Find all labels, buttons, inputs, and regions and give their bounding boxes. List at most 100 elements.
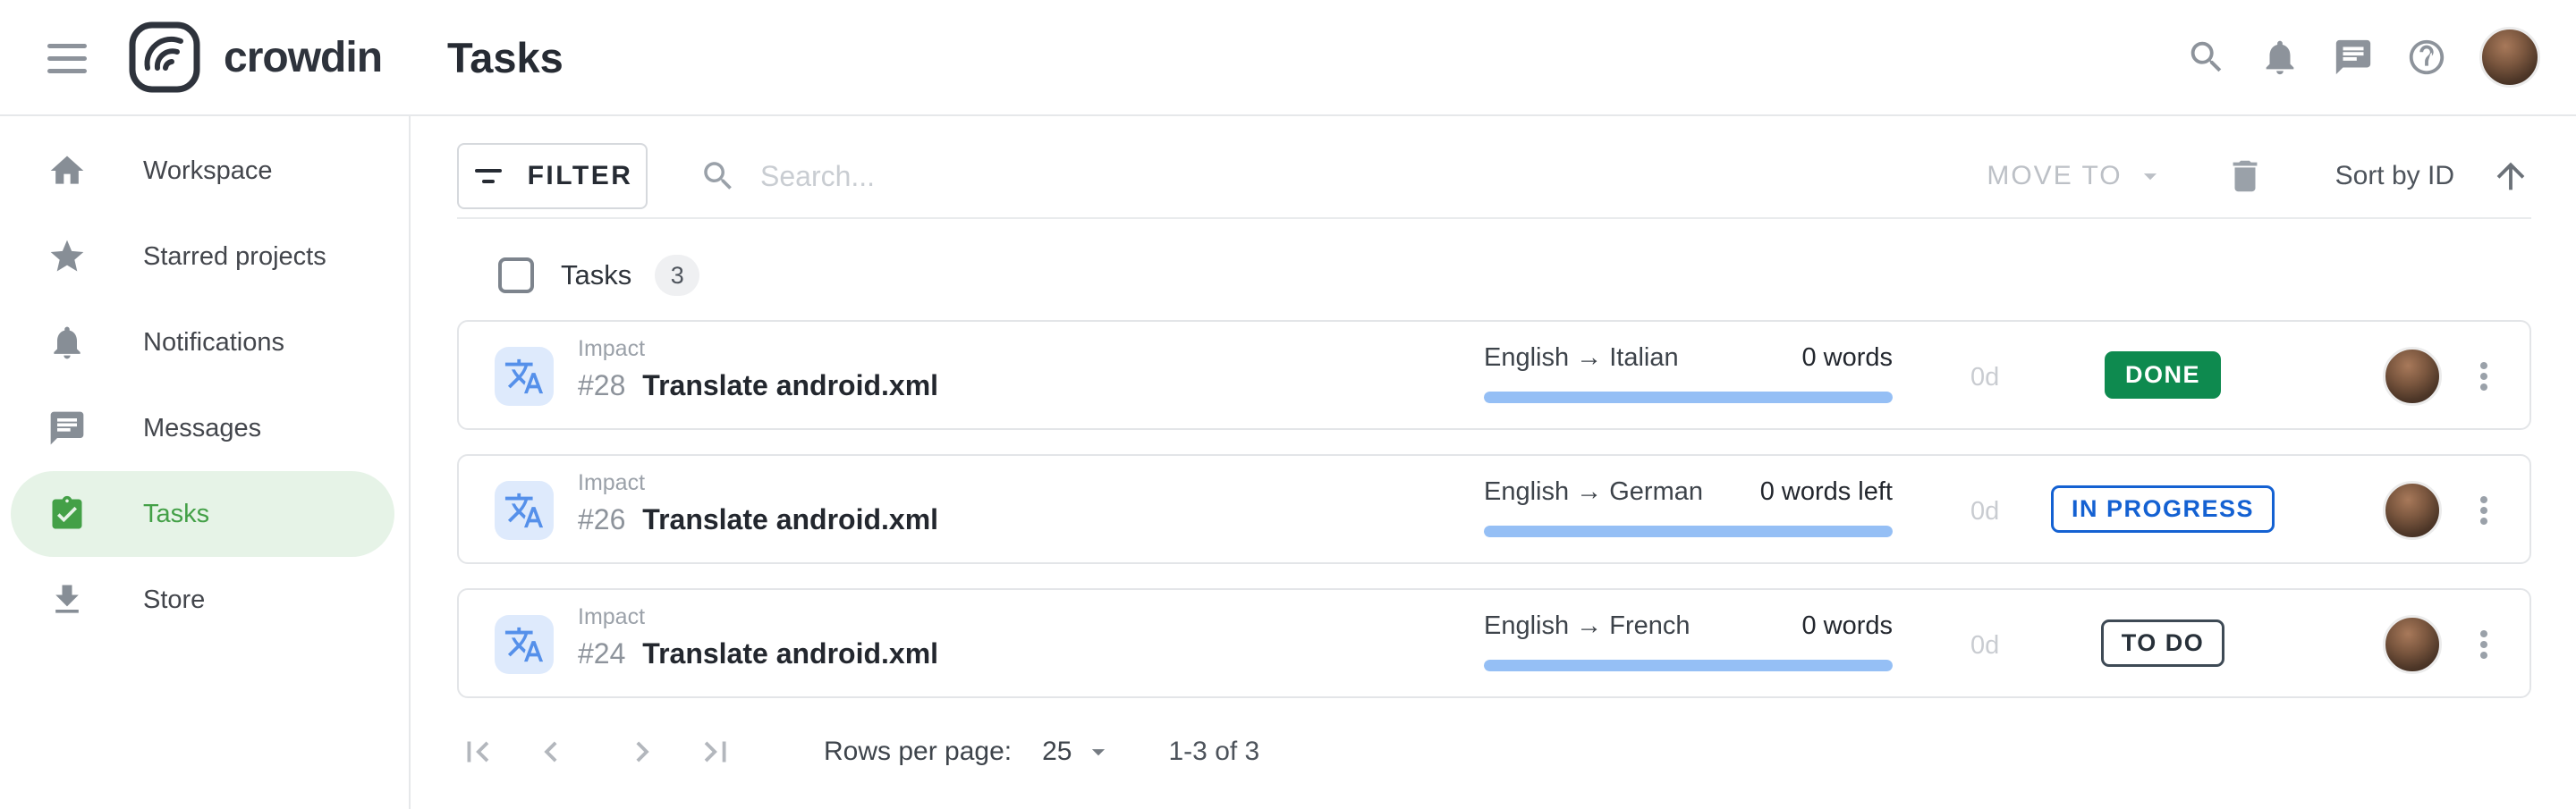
sort-control[interactable]: Sort by ID [2335,156,2531,197]
sidebar-item-label: Messages [143,414,261,443]
rows-per-page-label: Rows per page: [824,737,1012,767]
task-language-row: English → French 0 words [1484,611,1893,641]
header-actions [2186,0,2540,114]
task-status-cell: IN PROGRESS [2015,456,2310,562]
star-icon [47,237,87,276]
task-progress-bar [1484,392,1893,403]
page-title: Tasks [447,0,564,114]
task-list: Impact #28 Translate android.xml English… [457,320,2531,722]
sort-by-label: Sort by ID [2335,161,2454,191]
move-to-dropdown[interactable]: MOVE TO [1987,161,2165,191]
task-language-pair: English → Italian [1484,343,1679,373]
chat-icon[interactable] [2333,37,2374,78]
task-progress-bar [1484,660,1893,671]
select-all-checkbox[interactable] [498,257,534,293]
assignee-avatar[interactable] [2383,347,2442,406]
pagination-range: 1-3 of 3 [1169,737,1260,767]
task-row[interactable]: Impact #26 Translate android.xml English… [457,454,2531,564]
search-input[interactable] [760,160,1315,193]
assignee-avatar[interactable] [2383,481,2442,540]
trash-icon[interactable] [2224,156,2266,197]
toolbar-right: MOVE TO Sort by ID [1987,156,2531,197]
task-text: Impact #28 Translate android.xml [578,336,938,402]
status-badge: TO DO [2101,619,2225,667]
bell-icon[interactable] [2259,37,2301,78]
sidebar-item-label: Store [143,586,205,615]
sidebar-item-workspace[interactable]: Workspace [11,128,394,214]
task-text: Impact #26 Translate android.xml [578,470,938,536]
crowdin-logo[interactable]: crowdin [125,0,382,114]
sidebar-item-notifications[interactable]: Notifications [11,299,394,385]
task-project: Impact [578,604,938,630]
first-page-icon[interactable] [457,731,498,772]
task-progress-bar [1484,526,1893,537]
sidebar-item-label: Tasks [143,500,209,529]
status-badge: IN PROGRESS [2051,485,2275,533]
task-words-count: 0 words [1801,611,1893,641]
kebab-menu-icon[interactable] [2462,355,2505,398]
task-id: #28 [578,369,625,401]
previous-page-icon[interactable] [530,731,572,772]
task-words-count: 0 words [1801,343,1893,373]
menu-icon[interactable] [47,38,87,78]
rows-per-page-value[interactable]: 25 [1042,737,1072,767]
task-words-count: 0 words left [1760,477,1893,507]
task-title: Translate android.xml [642,369,938,401]
last-page-icon[interactable] [695,731,736,772]
task-row[interactable]: Impact #24 Translate android.xml English… [457,588,2531,698]
main-content: FILTER MOVE TO Sort by ID [412,116,2576,809]
sidebar-item-tasks[interactable]: Tasks [11,471,394,557]
task-row[interactable]: Impact #28 Translate android.xml English… [457,320,2531,430]
sidebar-item-starred-projects[interactable]: Starred projects [11,214,394,299]
search-field [699,157,1315,195]
help-icon[interactable] [2406,37,2447,78]
search-icon [699,157,737,195]
sidebar-item-store[interactable]: Store [11,557,394,643]
tasks-icon [47,494,87,534]
download-icon [47,580,87,619]
assignee-avatar[interactable] [2383,615,2442,674]
brand-name: crowdin [224,33,382,82]
status-badge: DONE [2105,351,2221,399]
chevron-down-icon[interactable] [1083,737,1114,767]
task-id: #24 [578,637,625,670]
translate-task-icon [495,615,554,674]
filter-icon [472,163,504,190]
translate-task-icon [495,481,554,540]
bell-icon [47,323,87,362]
task-id: #26 [578,503,625,535]
home-icon [47,151,87,190]
move-to-label: MOVE TO [1987,161,2122,191]
filter-button-label: FILTER [528,161,633,191]
task-title: Translate android.xml [642,503,938,535]
user-avatar[interactable] [2479,27,2540,88]
sidebar-item-messages[interactable]: Messages [11,385,394,471]
task-text: Impact #24 Translate android.xml [578,604,938,670]
task-title: Translate android.xml [642,637,938,670]
task-progress-fill [1484,660,1893,671]
kebab-menu-icon[interactable] [2462,623,2505,666]
chevron-down-icon [2135,161,2165,191]
task-language-pair: English → German [1484,477,1703,507]
task-project: Impact [578,470,938,496]
task-status-cell: DONE [2015,322,2310,428]
search-icon[interactable] [2186,37,2227,78]
sidebar-nav: Workspace Starred projects Notifications… [0,128,409,643]
crowdin-bird-icon [125,18,204,97]
task-language-row: English → German 0 words left [1484,477,1893,507]
filter-button[interactable]: FILTER [457,143,648,209]
pagination: Rows per page: 25 1-3 of 3 [457,725,1259,779]
kebab-menu-icon[interactable] [2462,489,2505,532]
chat-icon [47,409,87,448]
list-title: Tasks [561,259,631,291]
task-language-pair: English → French [1484,611,1690,641]
list-header: Tasks 3 [457,247,699,304]
sidebar-item-label: Workspace [143,156,273,186]
task-language-row: English → Italian 0 words [1484,343,1893,373]
task-due: 0d [1970,497,1999,527]
task-progress-fill [1484,392,1893,403]
tasks-count-badge: 3 [655,255,699,296]
task-due: 0d [1970,631,1999,661]
next-page-icon[interactable] [622,731,663,772]
sidebar: Workspace Starred projects Notifications… [0,0,411,809]
